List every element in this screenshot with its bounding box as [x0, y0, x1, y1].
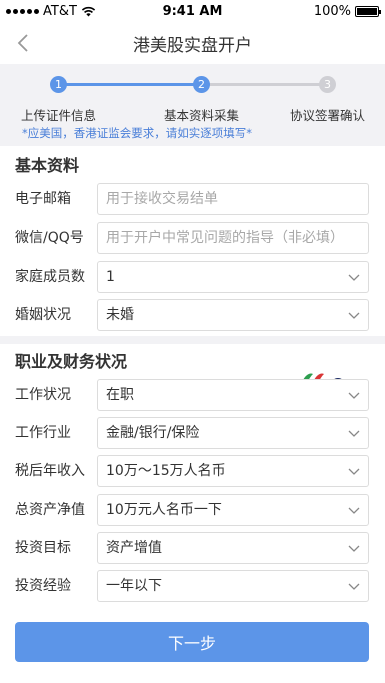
investment-goal-value: 资产增值	[106, 540, 162, 556]
employment-status-value: 在职	[106, 387, 134, 403]
investment-experience-row: 投资经验 一年以下	[0, 570, 385, 602]
next-button-label: 下一步	[167, 634, 216, 653]
marital-status-row: 婚姻状况 未婚	[0, 299, 385, 331]
progress-section: 1 2 3 上传证件信息 基本资料采集 协议签署确认 *应美国，香港证监会要求，…	[0, 64, 385, 146]
investment-experience-label: 投资经验	[15, 578, 71, 594]
email-field[interactable]	[97, 183, 369, 215]
status-right: 100%	[313, 3, 381, 19]
section-divider	[0, 336, 385, 344]
chevron-down-icon	[348, 583, 360, 590]
wechat-qq-field[interactable]	[97, 222, 369, 254]
chevron-down-icon	[348, 507, 360, 514]
step-connector-1	[58, 83, 202, 86]
nav-bar: 港美股实盘开户	[0, 22, 385, 64]
page-title: 港美股实盘开户	[133, 35, 252, 56]
annual-income-select[interactable]: 10万～15万人名币	[97, 455, 369, 487]
signal-strength-icon	[6, 8, 39, 14]
annual-income-value: 10万～15万人名币	[106, 463, 226, 479]
step-1-number: 1	[55, 78, 62, 91]
chevron-down-icon	[348, 392, 360, 399]
net-assets-row: 总资产净值 10万元人名币一下	[0, 494, 385, 526]
step-connector-2	[202, 83, 328, 86]
family-members-select[interactable]: 1	[97, 261, 369, 293]
marital-status-select[interactable]: 未婚	[97, 299, 369, 331]
carrier-label: AT&T	[43, 3, 77, 19]
investment-goal-row: 投资目标 资产增值	[0, 532, 385, 564]
battery-icon	[355, 5, 381, 17]
investment-experience-value: 一年以下	[106, 578, 162, 594]
investment-experience-select[interactable]: 一年以下	[97, 570, 369, 602]
step-3-label: 协议签署确认	[290, 108, 366, 123]
employment-status-row: 工作状况 在职	[0, 379, 385, 411]
industry-row: 工作行业 金融/银行/保险	[0, 417, 385, 449]
step-1-label: 上传证件信息	[21, 108, 97, 123]
chevron-down-icon	[348, 312, 360, 319]
basic-info-heading: 基本资料	[15, 156, 80, 175]
compliance-notice: *应美国，香港证监会要求，请如实逐项填写*	[22, 126, 252, 140]
annual-income-label: 税后年收入	[15, 463, 85, 479]
net-assets-label: 总资产净值	[15, 502, 85, 518]
employment-status-label: 工作状况	[15, 387, 71, 403]
chevron-left-icon	[17, 34, 28, 52]
next-button[interactable]: 下一步	[15, 622, 369, 662]
email-row: 电子邮箱	[0, 183, 385, 215]
industry-select[interactable]: 金融/银行/保险	[97, 417, 369, 449]
family-members-row: 家庭成员数 1	[0, 261, 385, 293]
net-assets-value: 10万元人名币一下	[106, 502, 222, 518]
chevron-down-icon	[348, 545, 360, 552]
marital-status-label: 婚姻状况	[15, 307, 71, 323]
wechat-qq-row: 微信/QQ号	[0, 222, 385, 254]
industry-label: 工作行业	[15, 425, 71, 441]
status-left: AT&T	[6, 4, 96, 19]
chevron-down-icon	[348, 274, 360, 281]
investment-goal-label: 投资目标	[15, 540, 71, 556]
step-3-indicator: 3	[319, 76, 336, 93]
step-2-number: 2	[198, 78, 205, 91]
battery-fill	[357, 7, 377, 15]
chevron-down-icon	[348, 430, 360, 437]
battery-percent: 100%	[313, 3, 351, 19]
investment-goal-select[interactable]: 资产增值	[97, 532, 369, 564]
family-members-value: 1	[106, 269, 115, 285]
back-button[interactable]	[8, 28, 38, 58]
chevron-down-icon	[348, 468, 360, 475]
status-bar: AT&T 9:41 AM 100%	[0, 0, 385, 22]
annual-income-row: 税后年收入 10万～15万人名币	[0, 455, 385, 487]
email-label: 电子邮箱	[15, 191, 71, 207]
net-assets-select[interactable]: 10万元人名币一下	[97, 494, 369, 526]
step-2-indicator: 2	[193, 76, 210, 93]
industry-value: 金融/银行/保险	[106, 425, 200, 441]
step-3-number: 3	[324, 78, 331, 91]
step-2-label: 基本资料采集	[164, 108, 240, 123]
employment-status-select[interactable]: 在职	[97, 379, 369, 411]
wifi-icon	[81, 6, 96, 16]
family-members-label: 家庭成员数	[15, 269, 85, 285]
wechat-qq-label: 微信/QQ号	[15, 230, 84, 246]
marital-status-value: 未婚	[106, 307, 134, 323]
step-1-indicator: 1	[50, 76, 67, 93]
